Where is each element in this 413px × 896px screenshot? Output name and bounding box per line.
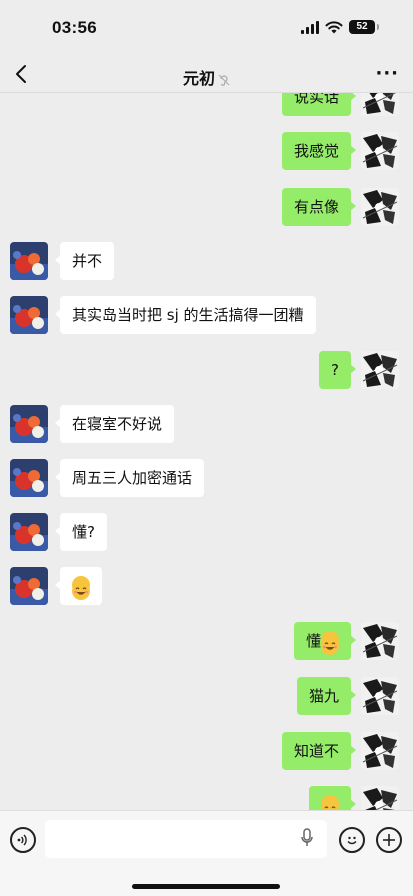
message-text: 在寝室不好说 — [72, 415, 162, 433]
message-text: 有点像 — [294, 198, 339, 216]
received-message: 其实岛当时把 sj 的生活搞得一团糟 — [0, 296, 413, 334]
sent-message: 我感觉 — [0, 132, 413, 170]
received-message: 并不 — [0, 242, 413, 280]
sent-message: 有点像 — [0, 188, 413, 226]
message-text: 周五三人加密通话 — [72, 469, 192, 487]
voice-mode-icon[interactable] — [10, 827, 36, 853]
message-bubble[interactable]: 懂 — [294, 622, 351, 660]
contact-name: 元初 — [183, 69, 215, 88]
sent-message: 知道不 — [0, 732, 413, 770]
grinning-face-emoji — [321, 631, 339, 649]
my-avatar[interactable] — [361, 188, 399, 226]
ear-muted-icon — [218, 74, 230, 86]
more-dots-icon[interactable]: ··· — [375, 63, 399, 84]
received-message — [0, 567, 413, 605]
microphone-icon[interactable] — [300, 827, 314, 849]
message-text: 我感觉 — [294, 142, 339, 160]
message-input[interactable] — [45, 820, 327, 858]
message-bubble[interactable]: 其实岛当时把 sj 的生活搞得一团糟 — [60, 296, 316, 334]
message-text: ? — [331, 361, 339, 379]
contact-avatar[interactable] — [10, 296, 48, 334]
contact-avatar[interactable] — [10, 567, 48, 605]
battery-indicator: 52 — [349, 20, 375, 34]
chat-title[interactable]: 元初 — [0, 65, 413, 89]
message-text: 猫九 — [309, 687, 339, 705]
message-bubble[interactable]: 懂? — [60, 513, 107, 551]
message-text: 说实话 — [294, 92, 339, 106]
grinning-face-emoji — [321, 795, 339, 810]
sent-message: ? — [0, 351, 413, 389]
message-text: 懂 — [306, 632, 321, 650]
sent-message: 说实话 — [0, 92, 413, 116]
received-message: 懂? — [0, 513, 413, 551]
plus-circle-icon[interactable] — [376, 827, 402, 853]
message-bubble[interactable]: 有点像 — [282, 188, 351, 226]
smiley-icon[interactable] — [339, 827, 365, 853]
message-bubble[interactable]: 周五三人加密通话 — [60, 459, 204, 497]
message-bubble[interactable] — [309, 786, 351, 810]
contact-avatar[interactable] — [10, 459, 48, 497]
chat-header: 元初 ··· — [0, 58, 413, 93]
message-bubble[interactable]: 说实话 — [282, 92, 351, 116]
wifi-icon — [325, 21, 343, 34]
status-icons: 52 — [301, 20, 375, 34]
contact-avatar[interactable] — [10, 405, 48, 443]
message-bubble[interactable]: ? — [319, 351, 351, 389]
sent-message: 懂 — [0, 622, 413, 660]
message-text: 其实岛当时把 sj 的生活搞得一团糟 — [72, 306, 304, 324]
grinning-face-emoji — [72, 576, 90, 594]
message-text: 懂? — [72, 523, 95, 541]
my-avatar[interactable] — [361, 132, 399, 170]
my-avatar[interactable] — [361, 732, 399, 770]
contact-avatar[interactable] — [10, 513, 48, 551]
home-indicator — [132, 884, 280, 889]
my-avatar[interactable] — [361, 677, 399, 715]
message-bubble[interactable]: 并不 — [60, 242, 114, 280]
status-time: 03:56 — [52, 18, 97, 38]
message-list: 说实话我感觉有点像并不其实岛当时把 sj 的生活搞得一团糟? 在寝室不好说周五三人… — [0, 92, 413, 810]
contact-avatar[interactable] — [10, 242, 48, 280]
message-bubble[interactable]: 我感觉 — [282, 132, 351, 170]
sent-message: 猫九 — [0, 677, 413, 715]
my-avatar[interactable] — [361, 92, 399, 116]
message-bubble[interactable] — [60, 567, 102, 605]
sent-message — [0, 786, 413, 810]
status-bar: 03:56 52 — [0, 0, 413, 58]
received-message: 周五三人加密通话 — [0, 459, 413, 497]
cellular-signal-icon — [301, 21, 319, 34]
my-avatar[interactable] — [361, 786, 399, 810]
message-bubble[interactable]: 猫九 — [297, 677, 351, 715]
message-text: 并不 — [72, 252, 102, 270]
message-text: 知道不 — [294, 742, 339, 760]
message-bubble[interactable]: 在寝室不好说 — [60, 405, 174, 443]
message-bubble[interactable]: 知道不 — [282, 732, 351, 770]
my-avatar[interactable] — [361, 351, 399, 389]
my-avatar[interactable] — [361, 622, 399, 660]
received-message: 在寝室不好说 — [0, 405, 413, 443]
